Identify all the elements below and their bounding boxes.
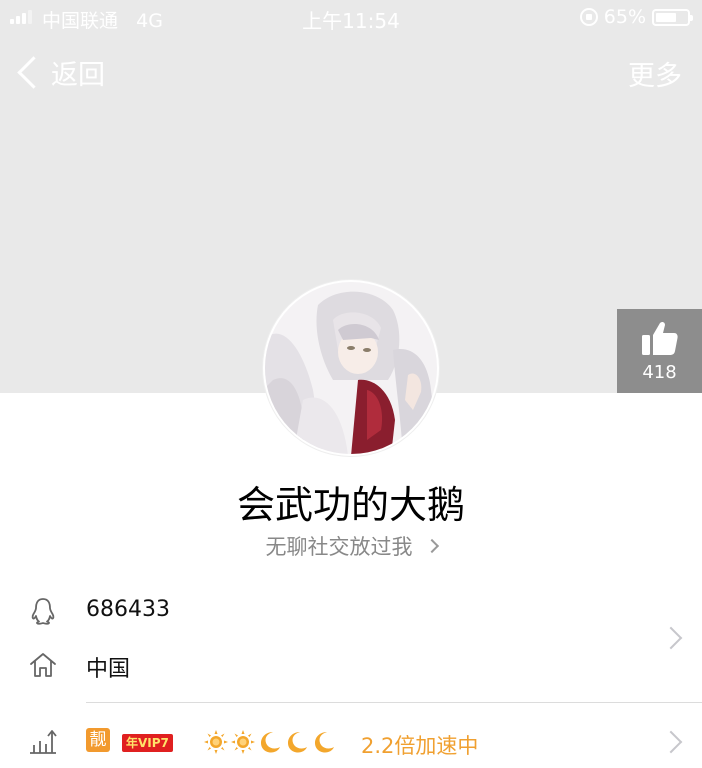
moon-icon [288, 732, 307, 753]
sun-icon [204, 730, 228, 754]
moon-icon [315, 732, 334, 753]
profile-page: 中国联通 4G 上午11:54 65% 返回 更多 418 会武功的大鹅 无聊社… [0, 0, 702, 768]
vip-badge: 年VIP7 [122, 734, 173, 752]
chevron-right-icon [424, 538, 439, 554]
signature-link[interactable]: 无聊社交放过我 [0, 531, 702, 561]
qq-number: 686433 [86, 597, 170, 622]
liang-badge: 靓 [86, 728, 110, 752]
divider [86, 702, 702, 703]
like-count: 418 [642, 362, 677, 383]
battery-icon [652, 8, 693, 26]
rotation-lock-icon [579, 8, 598, 26]
back-label: 返回 [51, 59, 105, 91]
sun-icon [231, 730, 255, 754]
nickname: 会武功的大鹅 [236, 483, 465, 527]
location-row[interactable]: 中国 [0, 640, 702, 690]
thumbs-up-icon [642, 321, 678, 355]
location-text: 中国 [86, 657, 131, 682]
speed-up-text: 2.2倍加速中 [361, 734, 479, 758]
penguin-icon [31, 598, 55, 625]
status-right: 65% [579, 6, 693, 28]
level-chart-icon [30, 730, 57, 754]
chevron-right-icon [659, 730, 683, 754]
battery-percent: 65% [603, 6, 646, 28]
avatar-image [265, 282, 437, 454]
avatar[interactable] [263, 280, 439, 456]
home-icon [30, 653, 56, 677]
qq-number-row[interactable]: 686433 [0, 586, 702, 636]
back-button[interactable]: 返回 [14, 52, 105, 92]
level-icons [204, 730, 336, 754]
vip-level-row[interactable]: 靓 年VIP7 2.2倍加速中 [0, 716, 702, 768]
like-button[interactable]: 418 [617, 309, 702, 393]
chevron-left-icon [17, 55, 50, 89]
more-button[interactable]: 更多 [628, 54, 682, 93]
status-bar: 中国联通 4G 上午11:54 65% [0, 0, 702, 36]
moon-icon [261, 732, 280, 753]
signature-text: 无聊社交放过我 [265, 535, 413, 559]
